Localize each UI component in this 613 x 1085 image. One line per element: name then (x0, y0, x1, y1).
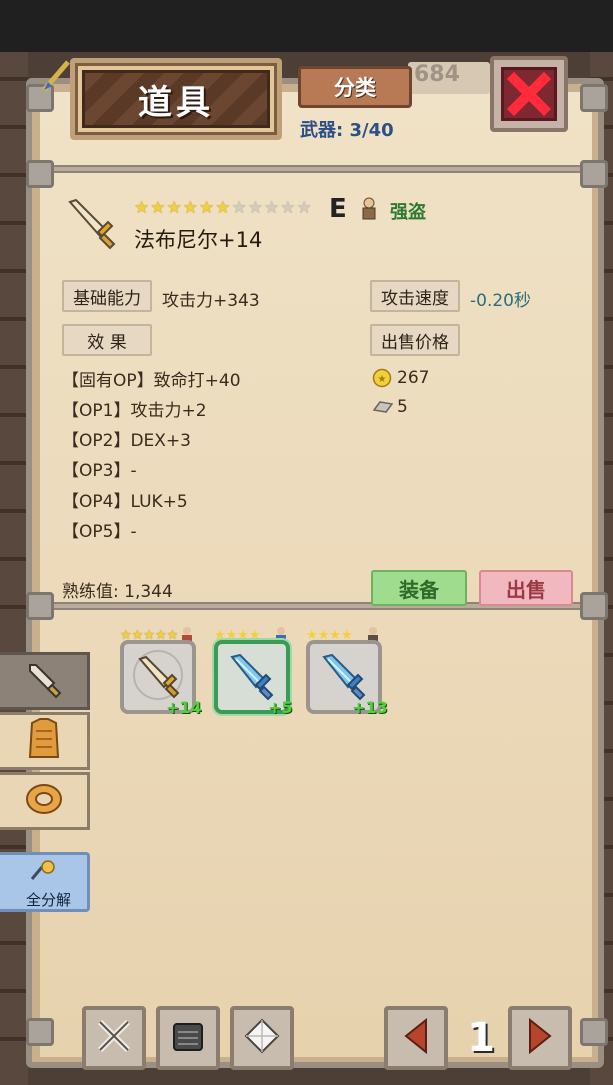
proficiency-value: 熟练值: 1,344 (62, 582, 173, 602)
star-filled-icon: ★ (134, 198, 150, 218)
top-black-bar (0, 0, 613, 52)
gold-coin-icon: ★ (372, 368, 392, 388)
item-grade: E (329, 194, 347, 224)
ring-icon (23, 779, 65, 823)
material-price: 5 (397, 397, 408, 417)
weapons-count: 武器: 3/40 (300, 116, 394, 142)
golden-sword-icon (62, 196, 122, 252)
next-page-button[interactable] (508, 1006, 572, 1070)
category-button[interactable]: 分类 (298, 66, 412, 108)
gear-icon (30, 859, 56, 881)
left-wall-column (0, 52, 28, 1085)
effect-line: 【固有OP】致命打+40 (62, 371, 241, 391)
tab-armor[interactable] (0, 712, 90, 770)
armor-icon (24, 717, 64, 765)
star-filled-icon: ★ (150, 198, 166, 218)
sell-button[interactable]: 出售 (479, 570, 573, 606)
ghost-count: 684 (408, 62, 490, 94)
frame-rivet (580, 1018, 608, 1046)
equip-button[interactable]: 装备 (371, 570, 467, 606)
frame-rivet (580, 592, 608, 620)
item-class-name: 强盗 (390, 202, 426, 223)
armor-filter-button[interactable] (156, 1006, 220, 1070)
base-stats-value: 攻击力+343 (162, 291, 260, 311)
diamond-icon (242, 1016, 282, 1060)
attack-speed-label: 攻击速度 (370, 280, 460, 312)
item-star-rating: ★ ★ ★ ★ ★ ★ ★ ★ ★ ★ ★ (134, 200, 312, 217)
base-stats-label: 基础能力 (62, 280, 152, 312)
effect-line: 【OP2】DEX+3 (62, 431, 191, 451)
effect-line: 【OP1】攻击力+2 (62, 401, 207, 421)
star-empty-icon: ★ (280, 198, 296, 218)
prev-page-button[interactable] (384, 1006, 448, 1070)
star-empty-icon: ★ (247, 198, 263, 218)
slot-upgrade-level: +14 (166, 698, 202, 717)
item-name: 法布尼尔+14 (134, 228, 263, 252)
title-banner: 道具 (82, 70, 270, 128)
page-title: 道具 (138, 82, 214, 123)
page-number: 1 (467, 1015, 495, 1061)
star-filled-icon: ★ (182, 198, 198, 218)
crossed-swords-icon (94, 1016, 134, 1060)
chest-armor-icon (168, 1016, 208, 1060)
gold-price: 267 (397, 368, 430, 388)
effects-label: 效 果 (62, 324, 152, 356)
disassemble-all-label: 全分解 (26, 891, 72, 909)
disassemble-all-button[interactable]: 全分解 (0, 852, 90, 912)
header-divider (40, 165, 592, 173)
frame-rivet (26, 1018, 54, 1046)
star-empty-icon: ★ (264, 198, 280, 218)
arrow-right-icon (524, 1016, 556, 1060)
star-filled-icon: ★ (215, 198, 231, 218)
star-filled-icon: ★ (166, 198, 182, 218)
frame-rivet (26, 160, 54, 188)
frame-rivet (26, 592, 54, 620)
star-empty-icon: ★ (231, 198, 247, 218)
effect-line: 【OP4】LUK+5 (62, 492, 188, 512)
close-icon (501, 67, 557, 121)
sell-price-label: 出售价格 (370, 324, 460, 356)
arrow-left-icon (400, 1016, 432, 1060)
weapons-count-value: 3/40 (349, 120, 394, 141)
material-ingot-icon (372, 398, 394, 416)
slot-upgrade-level: +5 (268, 698, 293, 717)
crystal-filter-button[interactable] (230, 1006, 294, 1070)
tab-accessory[interactable] (0, 772, 90, 830)
svg-text:★: ★ (378, 374, 387, 385)
effect-line: 【OP5】- (62, 522, 137, 542)
weapons-label: 武器: (300, 120, 344, 141)
bandit-class-icon (358, 196, 380, 222)
frame-rivet (580, 84, 608, 112)
star-filled-icon: ★ (199, 198, 215, 218)
slot-upgrade-level: +13 (352, 698, 388, 717)
tab-weapons[interactable] (0, 652, 90, 710)
effect-line: 【OP3】- (62, 461, 137, 481)
frame-rivet (580, 160, 608, 188)
sword-icon (24, 659, 64, 703)
star-empty-icon: ★ (296, 198, 312, 218)
crossed-swords-filter-button[interactable] (82, 1006, 146, 1070)
attack-speed-value: -0.20秒 (470, 291, 531, 311)
close-button[interactable] (490, 56, 568, 132)
